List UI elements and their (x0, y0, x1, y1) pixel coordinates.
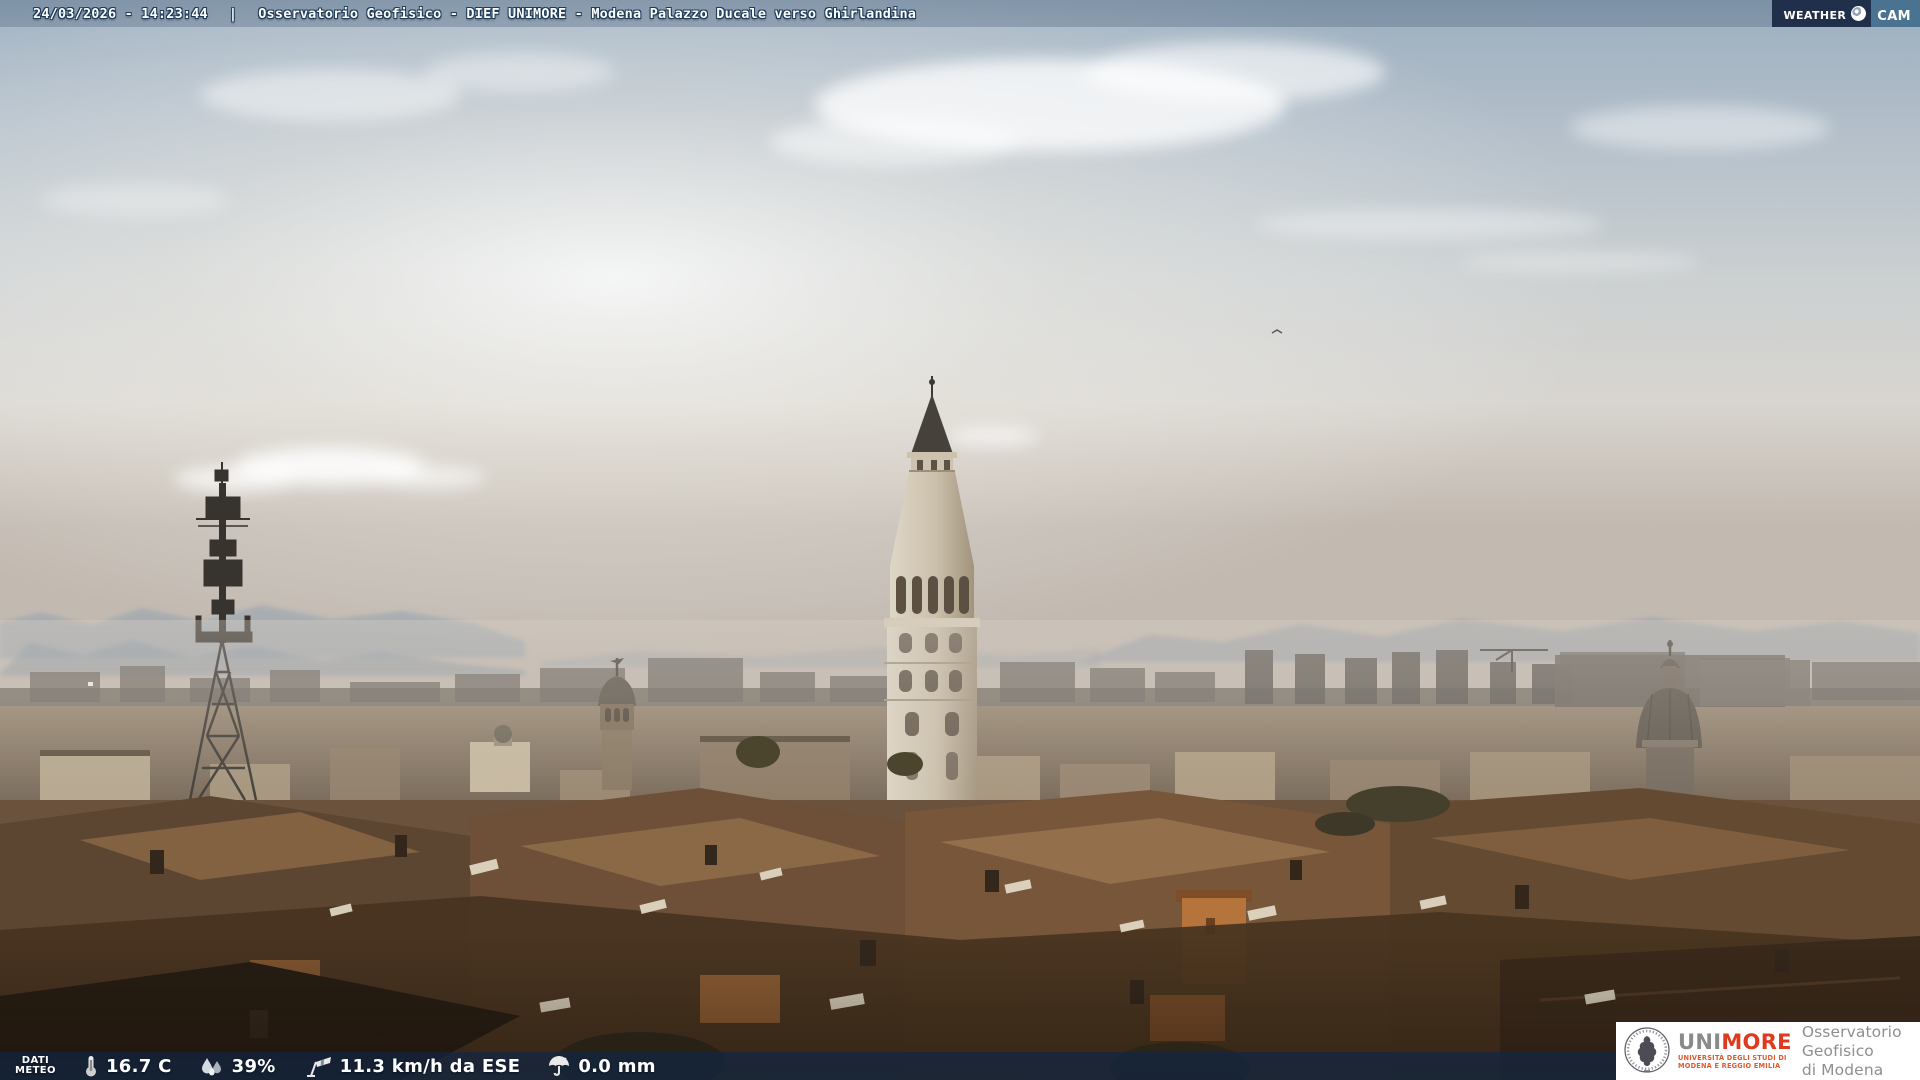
dati-meteo-label: DATI METEO (15, 1055, 56, 1077)
humidity-value: 39% (231, 1055, 276, 1077)
university-name-line2: MODENA E REGGIO EMILIA (1678, 1061, 1781, 1070)
dati-label-line2: METEO (15, 1065, 56, 1076)
weathercam-logo-right: Cam (1871, 0, 1920, 27)
thermometer-icon (85, 1056, 96, 1077)
lens-icon (1851, 6, 1867, 21)
observatory-name-line1: Osservatorio Geofisico (1801, 1022, 1902, 1060)
rain-value: 0.0 mm (578, 1055, 656, 1077)
observatory-name-line2: di Modena (1801, 1060, 1884, 1079)
top-overlay-bar: 24/03/2026 - 14:23:44 | Osservatorio Geo… (0, 0, 1920, 27)
weathercam-weather-label: Weather (1783, 4, 1847, 23)
weathercam-logo: Weather Cam (1772, 0, 1920, 27)
weathercam-cam-label: Cam (1877, 2, 1911, 25)
camera-title: Osservatorio Geofisico - DIEF UNIMORE - … (258, 5, 917, 22)
modena-cityscape-photo (0, 0, 1920, 1080)
unimore-branding: UNIMORE UNIVERSITÀ DEGLI STUDI DI MODENA… (1616, 1022, 1920, 1080)
wind-metric: 11.3 km/h da ESE (303, 1054, 521, 1078)
rain-metric: 0.0 mm (547, 1054, 656, 1078)
unimore-crest-icon (1624, 1027, 1670, 1073)
unimore-acronym: UNIMORE (1678, 1029, 1792, 1054)
unimore-acronym-red: MORE (1721, 1029, 1792, 1054)
weathercam-logo-left: Weather (1772, 0, 1872, 27)
temperature-metric: 16.7 C (83, 1054, 172, 1078)
humidity-icon (201, 1058, 221, 1076)
unimore-acronym-grey: UNI (1678, 1029, 1722, 1054)
timestamp: 24/03/2026 - 14:23:44 (33, 5, 208, 22)
rain-icon (549, 1056, 570, 1076)
wind-value: 11.3 km/h da ESE (339, 1055, 521, 1077)
humidity-metric: 39% (199, 1055, 276, 1077)
observatory-name: Osservatorio Geofisico di Modena (1802, 1023, 1920, 1080)
university-name: UNIVERSITÀ DEGLI STUDI DI MODENA E REGGI… (1678, 1054, 1792, 1070)
separator: | (228, 5, 238, 22)
unimore-wordmark: UNIMORE UNIVERSITÀ DEGLI STUDI DI MODENA… (1678, 1029, 1792, 1070)
wind-icon (306, 1057, 331, 1077)
temperature-value: 16.7 C (105, 1055, 172, 1077)
webcam-viewport: 24/03/2026 - 14:23:44 | Osservatorio Geo… (0, 0, 1920, 1080)
